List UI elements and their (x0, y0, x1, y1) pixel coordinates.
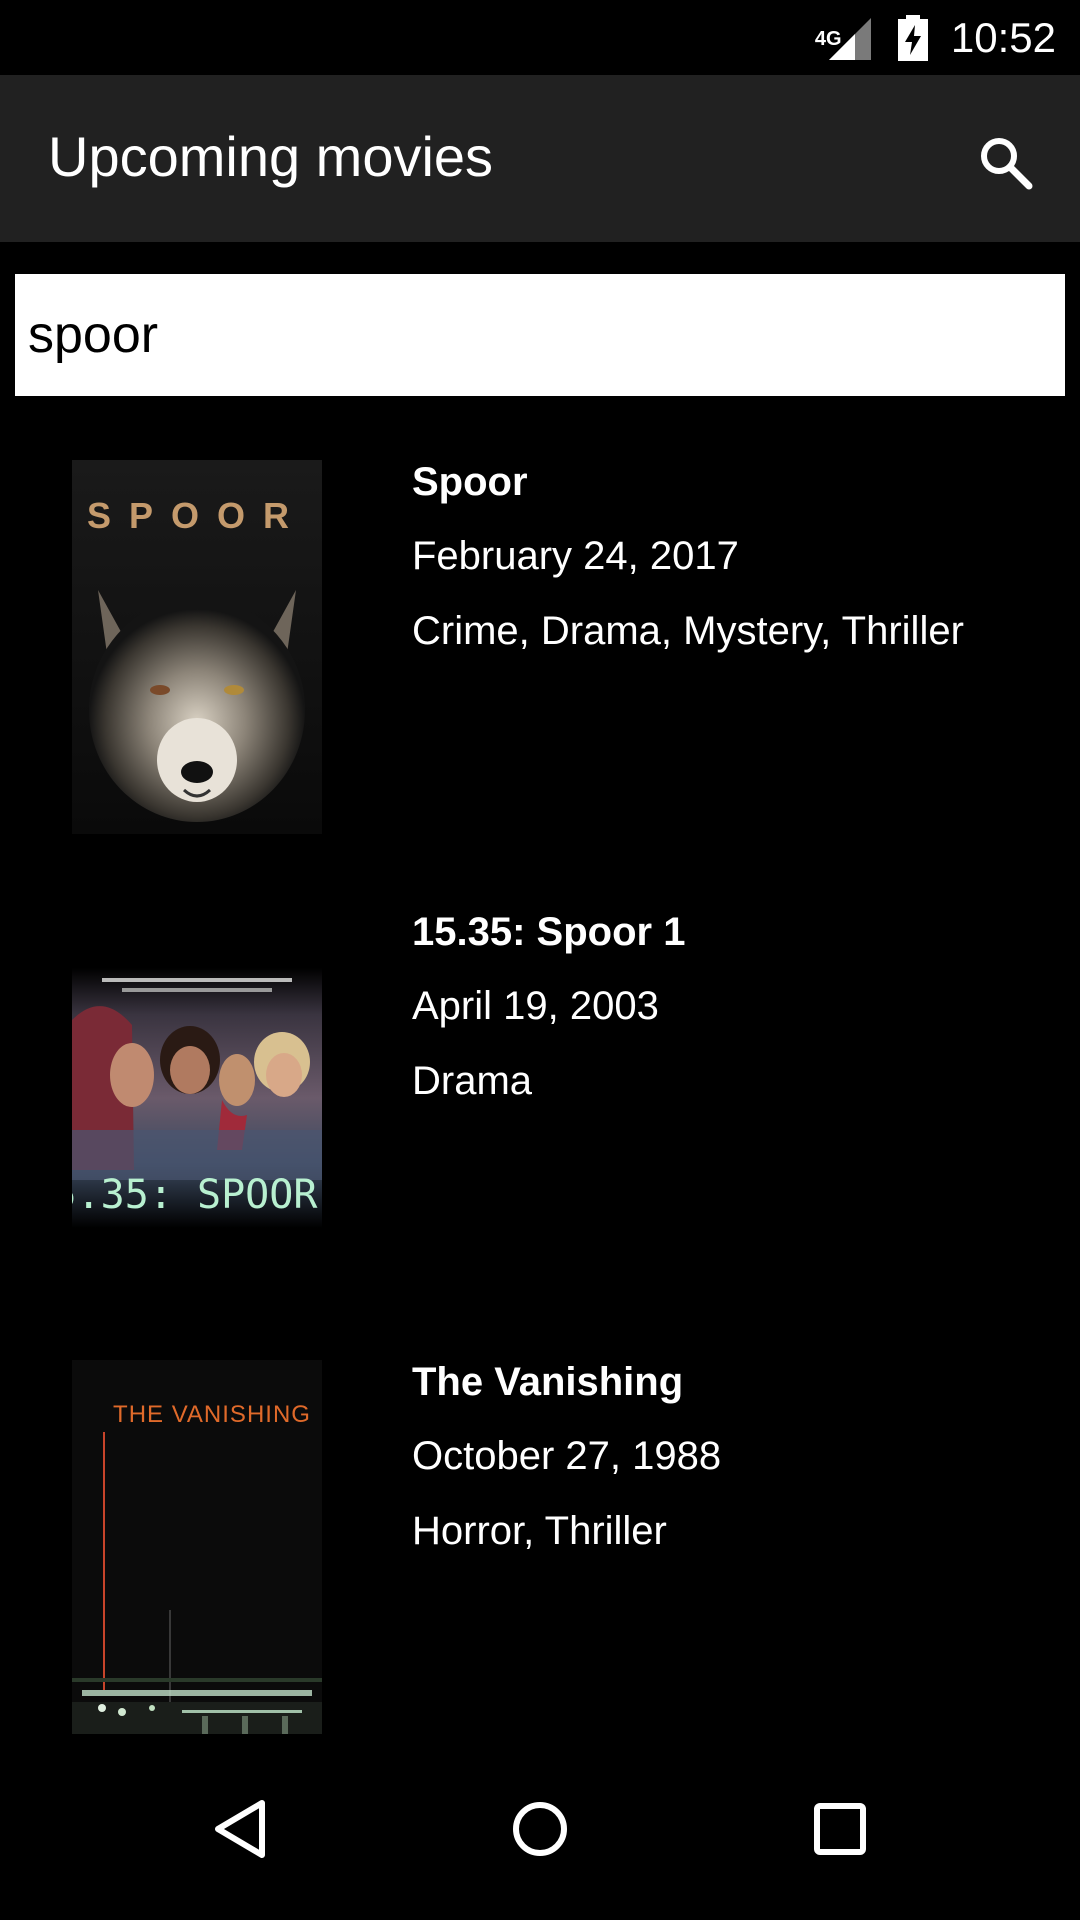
system-nav-bar (0, 1736, 1080, 1920)
app-bar: Upcoming movies (0, 75, 1080, 242)
movie-release-date: April 19, 2003 (412, 984, 659, 1028)
movie-poster: THE VANISHING (72, 1360, 322, 1734)
movie-release-date: October 27, 1988 (412, 1434, 722, 1478)
poster-title-text: 15.35: SPOOR 1 (72, 1172, 322, 1218)
movie-title: 15.35: Spoor 1 (412, 910, 686, 954)
search-field[interactable] (15, 274, 1065, 396)
movie-row[interactable]: SPOOR Spoor February 24, 2017 Crime, Dra… (0, 460, 1080, 910)
movie-list[interactable]: SPOOR Spoor February 24, 2017 Crime, Dra… (0, 396, 1080, 1736)
movie-release-date: February 24, 2017 (412, 534, 739, 578)
back-button[interactable] (195, 1784, 285, 1874)
movie-genres: Horror, Thriller (412, 1509, 667, 1553)
recents-icon (814, 1803, 866, 1855)
search-icon (981, 138, 1033, 190)
movie-row[interactable]: 15.35: SPOOR 1 15.35: Spoor 1 April 19, … (0, 910, 1080, 1360)
home-button[interactable] (495, 1784, 585, 1874)
battery-charging-icon (897, 14, 929, 61)
movie-genres: Drama (412, 1059, 533, 1103)
movie-genres: Crime, Drama, Mystery, Thriller (412, 609, 964, 653)
page-title: Upcoming movies (48, 125, 494, 188)
movie-poster: SPOOR (72, 460, 322, 834)
movie-title: Spoor (412, 460, 528, 504)
search-input[interactable] (15, 274, 1065, 396)
movie-row[interactable]: THE VANISHING The Vanishing October 27, … (0, 1360, 1080, 1736)
poster-title-text: SPOOR (87, 495, 307, 536)
signal-icon: 4G (815, 14, 875, 62)
back-icon (215, 1800, 265, 1858)
search-button[interactable] (970, 127, 1040, 197)
movie-poster: 15.35: SPOOR 1 (72, 910, 322, 1284)
recents-button[interactable] (795, 1784, 885, 1874)
status-bar: 4G 10:52 (0, 0, 1080, 75)
clock: 10:52 (950, 13, 1056, 61)
poster-title-text: THE VANISHING (113, 1401, 311, 1428)
home-icon (513, 1802, 567, 1856)
movie-title: The Vanishing (412, 1360, 684, 1404)
